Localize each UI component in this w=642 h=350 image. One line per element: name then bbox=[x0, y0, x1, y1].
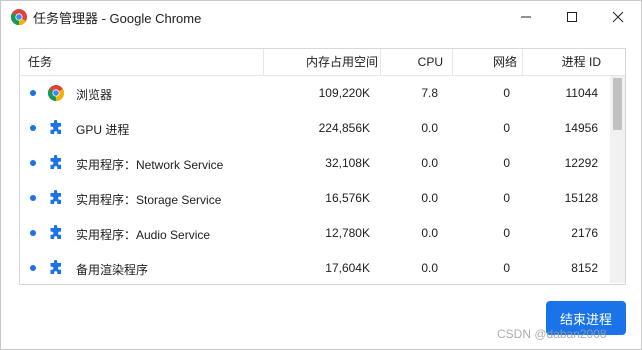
table-row[interactable]: 实用程序：Audio Service 12,780K 0.0 0 2176 bbox=[20, 216, 610, 251]
memory-value: 17,604K bbox=[325, 261, 370, 275]
puzzle-piece-icon bbox=[50, 155, 61, 169]
process-name: 浏览器 bbox=[76, 88, 113, 102]
process-name: 实用程序：Audio Service bbox=[76, 228, 211, 242]
puzzle-piece-icon bbox=[50, 260, 61, 274]
column-header-cpu[interactable]: CPU bbox=[380, 49, 443, 75]
network-value: 0 bbox=[503, 191, 510, 205]
memory-value: 224,856K bbox=[318, 121, 370, 135]
status-dot bbox=[30, 265, 36, 271]
minimize-icon bbox=[521, 16, 531, 17]
column-header-memory[interactable]: 内存占用空间 bbox=[263, 49, 378, 75]
pid-value: 12292 bbox=[564, 156, 598, 170]
puzzle-piece-icon bbox=[50, 225, 61, 239]
column-header-pid[interactable]: 进程 ID bbox=[522, 49, 601, 75]
table-row[interactable]: 实用程序：Network Service 32,108K 0.0 0 12292 bbox=[20, 146, 610, 181]
table-body: 浏览器 109,220K 7.8 0 11044 GPU 进程 224,856K… bbox=[20, 76, 610, 283]
chrome-icon bbox=[11, 9, 27, 25]
cpu-value: 7.8 bbox=[421, 86, 438, 100]
process-name: 实用程序：Network Service bbox=[76, 158, 224, 172]
maximize-button[interactable] bbox=[549, 1, 595, 32]
memory-value: 16,576K bbox=[325, 191, 370, 205]
network-value: 0 bbox=[503, 86, 510, 100]
table-row[interactable]: GPU 进程 224,856K 0.0 0 14956 bbox=[20, 111, 610, 146]
puzzle-piece-icon bbox=[50, 120, 61, 134]
title-bar[interactable]: 任务管理器 - Google Chrome bbox=[1, 1, 641, 32]
puzzle-piece-icon bbox=[50, 190, 61, 204]
network-value: 0 bbox=[503, 156, 510, 170]
maximize-icon bbox=[567, 11, 577, 22]
process-table: 任务 内存占用空间 CPU 网络 进程 ID 浏览器 109,220K 7.8 … bbox=[19, 48, 626, 285]
status-dot bbox=[30, 195, 36, 201]
table-header: 任务 内存占用空间 CPU 网络 进程 ID bbox=[20, 49, 625, 76]
pid-value: 2176 bbox=[571, 226, 598, 240]
process-name: 实用程序：Storage Service bbox=[76, 193, 222, 207]
process-name: GPU 进程 bbox=[76, 123, 130, 137]
network-value: 0 bbox=[503, 261, 510, 275]
column-header-network[interactable]: 网络 bbox=[452, 49, 517, 75]
watermark-text: CSDN @daban2008 bbox=[497, 327, 607, 341]
status-dot bbox=[30, 160, 36, 166]
status-dot bbox=[30, 90, 36, 96]
memory-value: 12,780K bbox=[325, 226, 370, 240]
table-row[interactable]: 浏览器 109,220K 7.8 0 11044 bbox=[20, 76, 610, 111]
cpu-value: 0.0 bbox=[421, 121, 438, 135]
close-button[interactable] bbox=[595, 1, 641, 32]
status-dot bbox=[30, 125, 36, 131]
column-header-task[interactable]: 任务 bbox=[28, 49, 52, 75]
cpu-value: 0.0 bbox=[421, 226, 438, 240]
scrollbar-thumb[interactable] bbox=[613, 78, 622, 130]
process-name: 备用渲染程序 bbox=[76, 263, 149, 277]
task-manager-window: 任务管理器 - Google Chrome 任务 内存占用空间 CPU 网络 进… bbox=[0, 0, 642, 350]
network-value: 0 bbox=[503, 226, 510, 240]
network-value: 0 bbox=[503, 121, 510, 135]
pid-value: 14956 bbox=[564, 121, 598, 135]
minimize-button[interactable] bbox=[503, 1, 549, 32]
cpu-value: 0.0 bbox=[421, 191, 438, 205]
close-icon bbox=[612, 11, 624, 22]
memory-value: 32,108K bbox=[325, 156, 370, 170]
table-row[interactable]: 备用渲染程序 17,604K 0.0 0 8152 bbox=[20, 251, 610, 283]
cpu-value: 0.0 bbox=[421, 261, 438, 275]
vertical-scrollbar[interactable] bbox=[610, 76, 625, 283]
cpu-value: 0.0 bbox=[421, 156, 438, 170]
memory-value: 109,220K bbox=[318, 86, 370, 100]
table-row[interactable]: 实用程序：Storage Service 16,576K 0.0 0 15128 bbox=[20, 181, 610, 216]
pid-value: 11044 bbox=[565, 86, 598, 100]
window-title: 任务管理器 - Google Chrome bbox=[33, 11, 202, 26]
pid-value: 8152 bbox=[571, 261, 598, 275]
status-dot bbox=[30, 230, 36, 236]
pid-value: 15128 bbox=[564, 191, 598, 205]
chrome-icon bbox=[48, 85, 64, 101]
